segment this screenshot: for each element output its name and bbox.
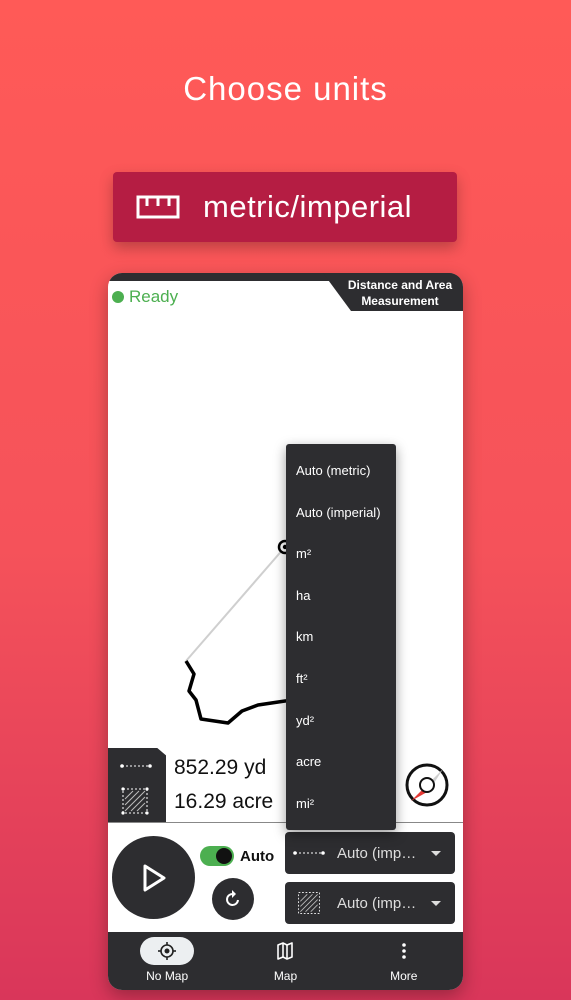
control-panel: Auto Auto (imp… Auto (imp… — [108, 822, 463, 932]
closing-segment — [185, 546, 286, 662]
dropdown-option[interactable]: acre — [286, 741, 396, 783]
distance-icon — [293, 851, 325, 855]
area-icon — [121, 787, 149, 815]
area-unit-select[interactable]: Auto (imp… — [285, 882, 455, 924]
badge-label: metric/imperial — [203, 189, 413, 224]
status-dot-icon — [112, 291, 124, 303]
distance-value: 852.29 yd — [174, 756, 267, 779]
distance-unit-value: Auto (imp… — [337, 844, 417, 862]
locate-icon — [158, 942, 177, 960]
play-icon — [143, 864, 165, 891]
nav-label: Map — [273, 969, 298, 983]
dropdown-option[interactable]: mi² — [286, 783, 396, 825]
measurement-type-panel — [108, 748, 166, 822]
status-indicator: Ready — [112, 287, 178, 307]
promo-headline: Choose units — [183, 70, 388, 107]
compass-icon[interactable] — [403, 761, 451, 809]
area-unit-dropdown: Auto (metric) Auto (imperial) m² ha km f… — [286, 444, 396, 830]
dropdown-option[interactable]: Auto (metric) — [286, 450, 396, 492]
nav-label: More — [390, 969, 418, 983]
dropdown-option[interactable]: m² — [286, 533, 396, 575]
map-icon — [277, 942, 294, 960]
dropdown-option[interactable]: ft² — [286, 658, 396, 700]
auto-label: Auto — [240, 847, 275, 865]
reset-button[interactable] — [212, 878, 254, 920]
area-icon — [298, 892, 320, 914]
nav-item-more[interactable]: More — [345, 932, 463, 990]
nav-item-no-map[interactable]: No Map — [108, 932, 226, 990]
dropdown-option[interactable]: ha — [286, 575, 396, 617]
nav-label: No Map — [146, 969, 189, 983]
dropdown-option[interactable]: km — [286, 616, 396, 658]
area-unit-value: Auto (imp… — [337, 894, 417, 912]
distance-unit-select[interactable]: Auto (imp… — [285, 832, 455, 874]
auto-toggle[interactable]: Auto — [200, 846, 274, 866]
dropdown-option[interactable]: Auto (imperial) — [286, 492, 396, 534]
more-vert-icon — [402, 943, 406, 959]
area-value: 16.29 acre — [174, 790, 274, 813]
dropdown-option[interactable]: yd² — [286, 700, 396, 742]
bottom-navigation: No Map Map More — [108, 932, 463, 990]
distance-icon — [120, 764, 152, 768]
toggle-switch[interactable] — [200, 846, 234, 866]
units-badge: metric/imperial — [113, 172, 457, 242]
refresh-icon — [226, 890, 239, 906]
status-text: Ready — [129, 287, 179, 306]
ruler-icon — [136, 195, 180, 219]
nav-item-map[interactable]: Map — [226, 932, 344, 990]
chevron-down-icon — [431, 900, 441, 906]
chevron-down-icon — [431, 850, 441, 856]
start-button[interactable] — [112, 836, 195, 919]
